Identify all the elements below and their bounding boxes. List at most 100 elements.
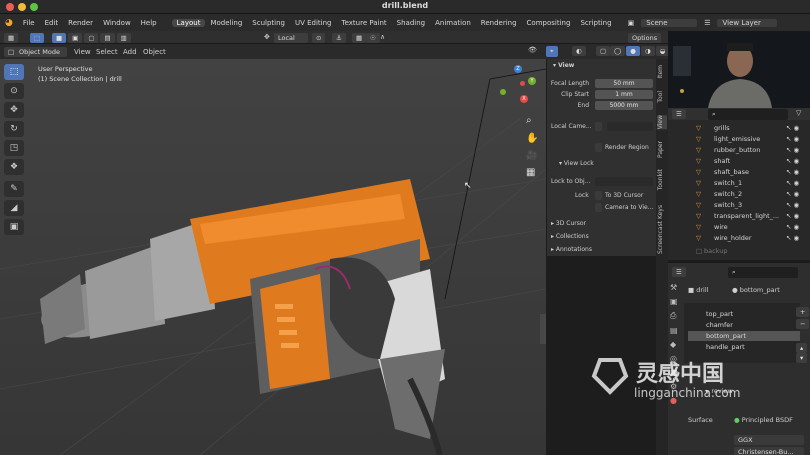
outliner-row[interactable]: ▽ shaft_base ↖ ◉: [668, 168, 810, 179]
object-mode-select[interactable]: Object Mode: [15, 47, 67, 57]
outliner-search-input[interactable]: ⌕: [708, 109, 788, 120]
select-intersect-icon[interactable]: ▥: [116, 33, 131, 43]
proportional-edit-icon[interactable]: ☉: [366, 33, 380, 43]
camera-view-icon[interactable]: 🎥: [526, 151, 537, 161]
remove-slot-button[interactable]: −: [796, 319, 810, 329]
select-subtract-icon[interactable]: ▢: [84, 33, 99, 43]
outliner-editor-icon[interactable]: ☰: [672, 109, 686, 119]
camera-to-view-checkbox[interactable]: [595, 203, 602, 212]
slot-up-icon[interactable]: ▴: [796, 343, 808, 353]
tool-props-icon[interactable]: ⚒: [670, 283, 682, 292]
tab-scripting[interactable]: Scripting: [575, 19, 616, 27]
viewport-menu-view[interactable]: View: [74, 48, 91, 56]
axis-neg-x-handle[interactable]: [520, 81, 525, 86]
axis-z-handle[interactable]: Z: [514, 65, 522, 73]
overlay-toggle-icon[interactable]: ◐: [572, 46, 586, 56]
filter-icon[interactable]: ▽: [796, 109, 801, 117]
outliner-row[interactable]: ▽ switch_3 ↖ ◉: [668, 201, 810, 212]
select-mode-button[interactable]: ⬚: [30, 33, 45, 43]
move-icon[interactable]: ✥: [4, 102, 24, 118]
add-cube-icon[interactable]: ▣: [4, 219, 24, 235]
tab-texture-paint[interactable]: Texture Paint: [337, 19, 392, 27]
pan-hand-icon[interactable]: ✋: [526, 133, 538, 144]
wireframe-shading-icon[interactable]: ◯: [610, 46, 626, 56]
tab-tool[interactable]: Tool: [657, 91, 667, 103]
rotate-icon[interactable]: ↻: [4, 121, 24, 137]
menu-help[interactable]: Help: [136, 19, 162, 27]
tab-paper[interactable]: Paper: [657, 141, 667, 158]
tab-layout[interactable]: Layout: [171, 18, 206, 27]
collections-header[interactable]: ▸ Collections: [551, 233, 661, 240]
transform-icon[interactable]: ❖: [4, 159, 24, 175]
blender-logo-icon[interactable]: ◕: [0, 18, 18, 28]
select-new-icon[interactable]: ■: [52, 33, 67, 43]
axis-neg-y-handle[interactable]: [500, 89, 506, 95]
zoom-icon[interactable]: ⌕: [526, 115, 532, 126]
material-slot[interactable]: top_part: [688, 309, 800, 319]
scale-icon[interactable]: ◳: [4, 140, 24, 156]
lock-to-object-field[interactable]: [595, 177, 653, 186]
tab-compositing[interactable]: Compositing: [522, 19, 576, 27]
view-section-header[interactable]: ▾ View: [553, 62, 663, 69]
cursor-icon[interactable]: ⊙: [4, 83, 24, 99]
tab-toonkit[interactable]: Toonkit: [657, 169, 667, 190]
view-layer-props-icon[interactable]: ▤: [670, 326, 682, 335]
outliner-row[interactable]: ▽ rubber_button ↖ ◉: [668, 146, 810, 157]
focal-length-field[interactable]: 50 mm: [595, 79, 653, 88]
pivot-point-button[interactable]: ⊙: [312, 33, 326, 43]
xray-toggle-icon[interactable]: ▢: [596, 46, 611, 56]
3d-viewport[interactable]: User Perspective (1) Scene Collection | …: [0, 59, 546, 455]
outliner-row[interactable]: ▽ shaft ↖ ◉: [668, 157, 810, 168]
select-extend-icon[interactable]: ▣: [68, 33, 83, 43]
falloff-icon[interactable]: ∧: [380, 33, 385, 41]
scene-props-icon[interactable]: ◆: [670, 340, 682, 349]
material-slot[interactable]: chamfer: [688, 320, 800, 330]
tab-shading[interactable]: Shading: [392, 19, 430, 27]
material-shading-icon[interactable]: ◑: [640, 46, 655, 56]
render-props-icon[interactable]: ▣: [670, 297, 682, 306]
measure-icon[interactable]: ◢: [4, 200, 24, 216]
outliner-row[interactable]: ▽ switch_2 ↖ ◉: [668, 190, 810, 201]
tab-sculpting[interactable]: Sculpting: [247, 19, 290, 27]
tab-animation[interactable]: Animation: [430, 19, 476, 27]
visibility-icon[interactable]: 👁: [528, 46, 537, 54]
snap-toggle-icon[interactable]: ⚓: [332, 33, 346, 43]
axis-x-handle[interactable]: X: [520, 95, 528, 103]
menu-render[interactable]: Render: [63, 19, 98, 27]
navigation-gizmo[interactable]: Z Y X: [498, 65, 538, 109]
3d-cursor-header[interactable]: ▸ 3D Cursor: [551, 220, 661, 227]
annotate-icon[interactable]: ✎: [4, 181, 24, 197]
to-3d-cursor-checkbox[interactable]: [595, 191, 602, 200]
transform-orientation-select[interactable]: Local: [274, 33, 308, 43]
outliner-row[interactable]: ▽ wire_holder ↖ ◉: [668, 234, 810, 245]
outliner-row[interactable]: ▽ grills ↖ ◉: [668, 124, 810, 135]
tab-uv-editing[interactable]: UV Editing: [290, 19, 337, 27]
snap-target-button[interactable]: ▦: [352, 33, 367, 43]
render-region-checkbox[interactable]: [595, 143, 602, 152]
view-layer-selector[interactable]: View Layer: [717, 18, 778, 27]
outliner-row[interactable]: ▽ light_emissive ↖ ◉: [668, 135, 810, 146]
outliner-row[interactable]: ▽ transparent_light_... ↖ ◉: [668, 212, 810, 223]
menu-file[interactable]: File: [18, 19, 40, 27]
local-camera-checkbox[interactable]: [595, 122, 602, 131]
select-box-icon[interactable]: ⬚: [4, 64, 24, 80]
outliner-row[interactable]: □ backup: [668, 247, 810, 258]
editor-type-button[interactable]: ▦: [4, 33, 19, 43]
subsurface-method-select[interactable]: Christensen-Bu...: [734, 447, 804, 455]
gizmo-toggle-icon[interactable]: ⌖: [546, 46, 558, 57]
axis-y-handle[interactable]: Y: [528, 77, 536, 85]
viewport-menu-select[interactable]: Select: [96, 48, 118, 56]
annotations-header[interactable]: ▸ Annotations: [551, 246, 661, 253]
solid-shading-icon[interactable]: ●: [626, 46, 640, 56]
scene-selector[interactable]: Scene: [641, 18, 698, 27]
viewport-menu-add[interactable]: Add: [123, 48, 137, 56]
tab-item[interactable]: Item: [657, 65, 667, 79]
local-camera-field[interactable]: [607, 122, 653, 131]
options-dropdown[interactable]: Options: [628, 33, 662, 43]
viewport-menu-object[interactable]: Object: [143, 48, 166, 56]
slot-down-icon[interactable]: ▾: [796, 353, 808, 363]
outliner-row[interactable]: ▽ switch_1 ↖ ◉: [668, 179, 810, 190]
tab-rendering[interactable]: Rendering: [476, 19, 522, 27]
clip-end-field[interactable]: 5000 mm: [595, 101, 653, 110]
add-slot-button[interactable]: +: [796, 307, 810, 317]
